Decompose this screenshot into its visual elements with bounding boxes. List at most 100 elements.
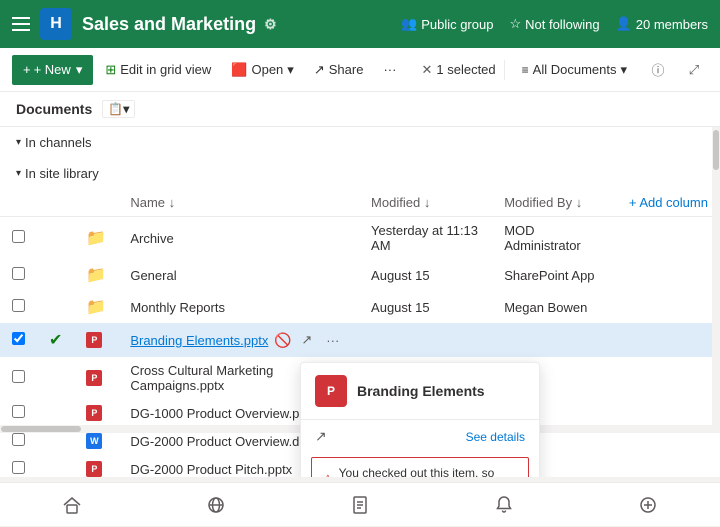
popup-title: Branding Elements xyxy=(357,383,485,399)
command-bar-right: ✕ 1 selected ≡ All Documents ▾ ⓘ ⤢ xyxy=(421,56,708,84)
vertical-scrollbar[interactable] xyxy=(712,127,720,433)
following-btn[interactable]: ☆ Not following xyxy=(509,16,599,32)
nav-home[interactable] xyxy=(50,483,94,527)
list-view-icon: 📋 xyxy=(108,102,123,116)
row-name[interactable]: General xyxy=(118,259,359,291)
following-label: Not following xyxy=(525,17,599,32)
name-sort-icon: ↓ xyxy=(169,195,176,210)
nav-bell[interactable] xyxy=(482,483,526,527)
in-channels-section[interactable]: ▾ In channels xyxy=(0,127,720,158)
public-group-label: Public group xyxy=(421,17,493,32)
top-bar-actions: 👥 Public group ☆ Not following 👤 20 memb… xyxy=(401,16,708,32)
expand-icon: ⤢ xyxy=(689,62,699,78)
modified-col-header[interactable]: Modified ↓ xyxy=(359,189,492,217)
all-docs-label: All Documents xyxy=(533,62,617,77)
row-checkbox[interactable] xyxy=(0,259,37,291)
members-btn[interactable]: 👤 20 members xyxy=(616,16,708,32)
nav-add[interactable] xyxy=(626,483,670,527)
row-type-icon: 📁 xyxy=(74,291,118,323)
open-label: Open xyxy=(251,62,283,77)
breadcrumb-label[interactable]: Documents xyxy=(16,101,92,117)
row-modified-by xyxy=(492,323,617,357)
row-name[interactable]: Monthly Reports xyxy=(118,291,359,323)
row-extra xyxy=(617,399,720,427)
row-checkbox[interactable] xyxy=(0,455,37,477)
view-chevron-icon: ▾ xyxy=(123,102,129,116)
hamburger-menu[interactable] xyxy=(12,17,30,31)
new-dropdown-icon: ▾ xyxy=(76,62,83,78)
all-documents-dropdown[interactable]: ≡ All Documents ▾ xyxy=(513,57,636,83)
open-button[interactable]: 🟥 Open ▾ xyxy=(223,56,302,84)
new-button[interactable]: + + New ▾ xyxy=(12,55,93,85)
nav-docs[interactable] xyxy=(338,483,382,527)
file-name-link[interactable]: Branding Elements.pptx xyxy=(130,333,268,348)
main-content: ▾ In channels ▾ In site library Name ↓ M… xyxy=(0,127,720,477)
table-row-selected[interactable]: ✔ P Branding Elements.pptx 🚫 ↗ ··· xyxy=(0,323,720,357)
expand-button[interactable]: ⤢ xyxy=(680,56,708,84)
settings-icon[interactable]: ⚙ xyxy=(264,16,277,33)
row-checkbox[interactable] xyxy=(0,291,37,323)
add-col-header[interactable]: + Add column xyxy=(617,189,720,217)
table-row[interactable]: 📁 Monthly Reports August 15 Megan Bowen xyxy=(0,291,720,323)
add-column-btn[interactable]: + Add column xyxy=(629,195,708,210)
info-button[interactable]: ⓘ xyxy=(644,56,672,84)
row-modified-by: Megan Bowen xyxy=(492,291,617,323)
modified-by-col-header[interactable]: Modified By ↓ xyxy=(492,189,617,217)
popup-warning: ⚠ You checked out this item, so others c… xyxy=(311,457,529,477)
view-switcher[interactable]: 📋 ▾ xyxy=(102,100,135,118)
all-docs-chevron: ▾ xyxy=(620,62,627,78)
row-name[interactable]: Archive xyxy=(118,217,359,260)
grid-icon: ⊞ xyxy=(105,62,116,78)
scrollbar-thumb-h[interactable] xyxy=(1,426,81,432)
more-button[interactable]: ··· xyxy=(375,56,404,83)
row-status xyxy=(37,455,74,477)
row-extra xyxy=(617,217,720,260)
row-type-icon: P xyxy=(74,357,118,399)
row-extra xyxy=(617,323,720,357)
selected-badge: ✕ 1 selected xyxy=(421,62,495,78)
row-checkbox[interactable] xyxy=(0,217,37,260)
scrollbar-thumb-v[interactable] xyxy=(713,130,719,170)
more-actions-btn[interactable]: ··· xyxy=(322,329,344,351)
name-col-label: Name xyxy=(130,195,165,210)
row-modified xyxy=(359,323,492,357)
pptx-icon: P xyxy=(86,405,102,421)
modified-sort-icon: ↓ xyxy=(424,195,431,210)
popup-header: P Branding Elements xyxy=(301,363,539,419)
row-modified: August 15 xyxy=(359,259,492,291)
popup-actions: ↗ See details xyxy=(301,420,539,453)
checkbox-col xyxy=(0,189,37,217)
row-name[interactable]: Branding Elements.pptx 🚫 ↗ ··· xyxy=(118,323,359,357)
share-button[interactable]: ↗ Share xyxy=(306,56,372,84)
copy-link-btn[interactable]: ↗ xyxy=(296,329,318,351)
see-details-link[interactable]: See details xyxy=(466,430,525,444)
more-icon: ··· xyxy=(383,62,396,77)
popup-pptx-icon: P xyxy=(315,375,347,407)
share-label: Share xyxy=(329,62,364,77)
name-col-header[interactable]: Name ↓ xyxy=(118,189,359,217)
info-icon: ⓘ xyxy=(651,60,664,79)
in-site-library-section[interactable]: ▾ In site library xyxy=(0,158,720,189)
row-checkbox[interactable] xyxy=(0,323,37,357)
members-icon: 👤 xyxy=(616,16,632,32)
row-status xyxy=(37,259,74,291)
open-icon: 🟥 xyxy=(231,62,247,78)
pptx-icon: P xyxy=(86,332,102,348)
public-group-btn[interactable]: 👥 Public group xyxy=(401,16,493,32)
cancel-checkout-icon[interactable]: 🚫 xyxy=(274,332,291,349)
share-icon: ↗ xyxy=(314,62,325,78)
table-row[interactable]: 📁 General August 15 SharePoint App xyxy=(0,259,720,291)
row-modified-by: SharePoint App xyxy=(492,259,617,291)
close-selection-icon[interactable]: ✕ xyxy=(421,62,432,78)
table-row[interactable]: 📁 Archive Yesterday at 11:13 AM MOD Admi… xyxy=(0,217,720,260)
row-extra xyxy=(617,291,720,323)
type-col xyxy=(74,189,118,217)
row-checkbox[interactable] xyxy=(0,399,37,427)
edit-grid-button[interactable]: ⊞ Edit in grid view xyxy=(97,56,219,84)
checkout-icon: ✔ xyxy=(49,332,62,349)
chevron-down-icon-2: ▾ xyxy=(16,168,21,179)
top-bar: H Sales and Marketing ⚙ 👥 Public group ☆… xyxy=(0,0,720,48)
row-checkbox[interactable] xyxy=(0,357,37,399)
row-status xyxy=(37,357,74,399)
nav-globe[interactable] xyxy=(194,483,238,527)
